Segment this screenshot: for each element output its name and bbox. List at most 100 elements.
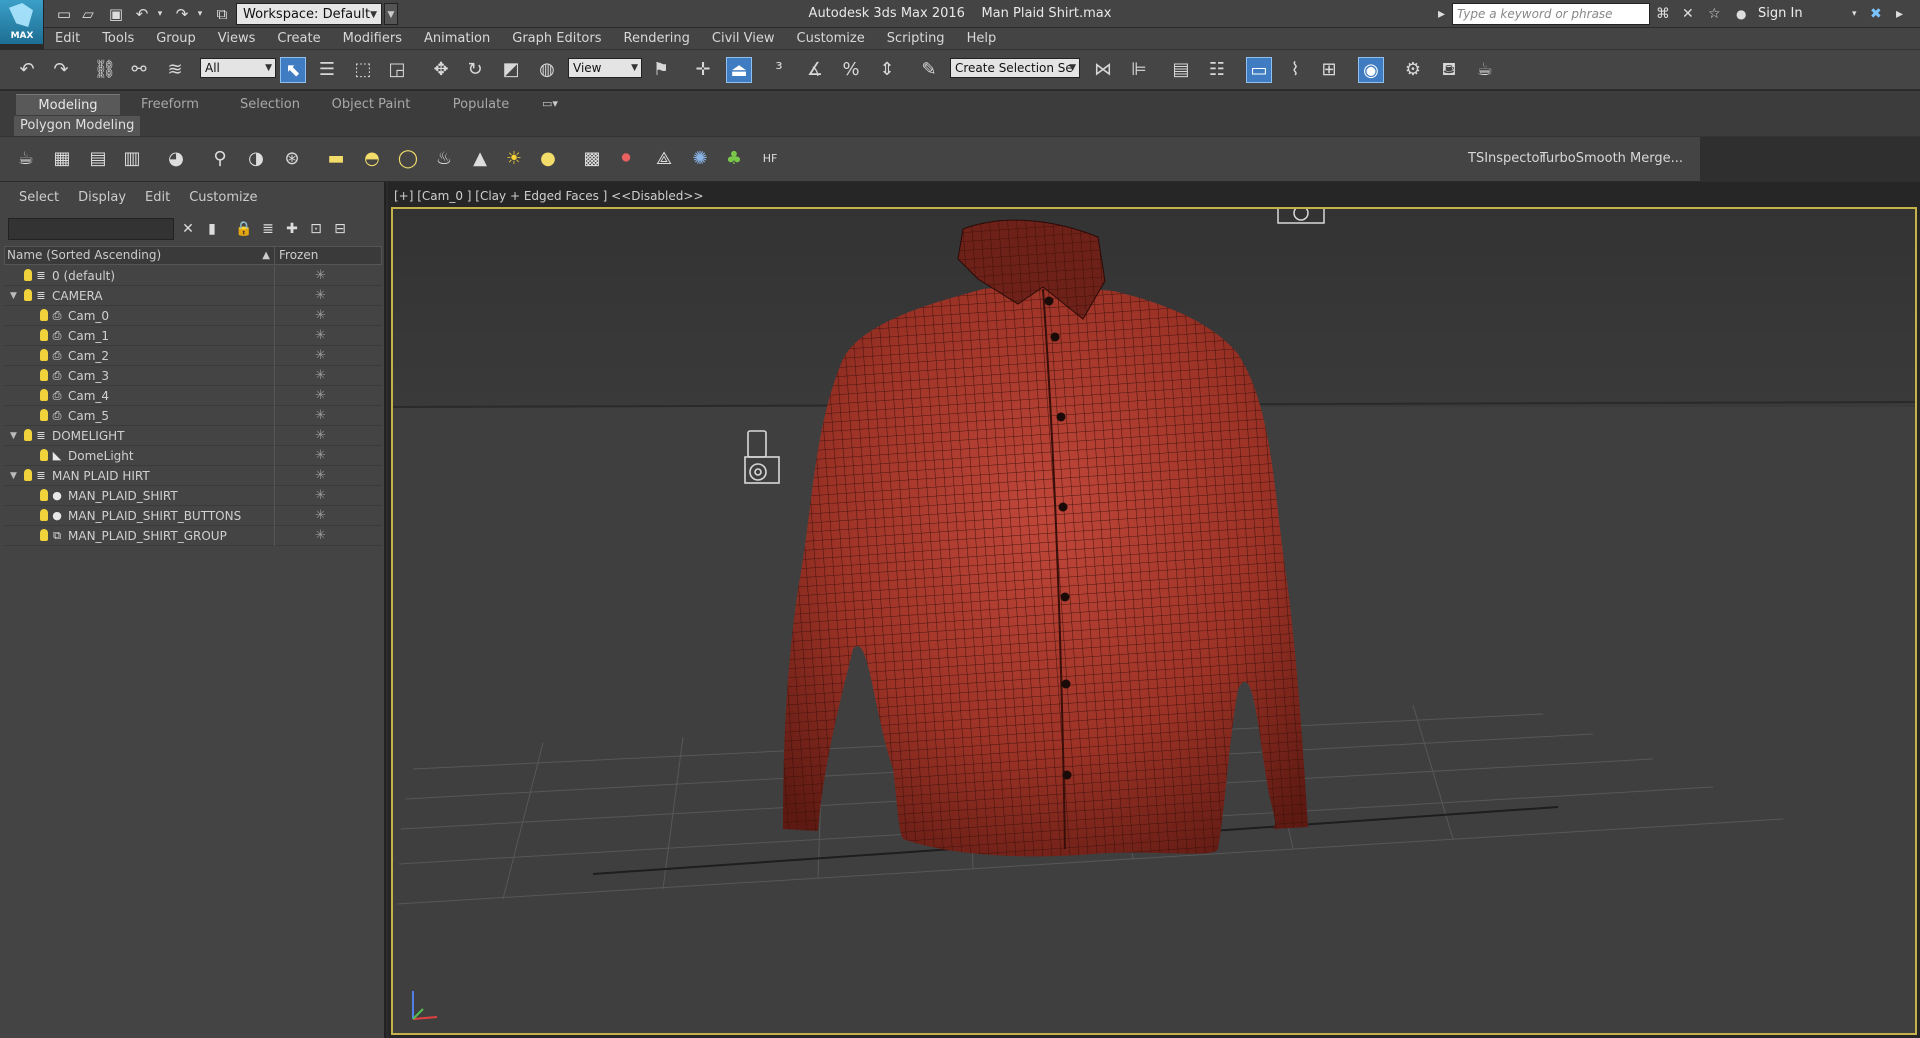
select-and-rotate-icon[interactable]: ↻: [462, 57, 488, 83]
explorer-row[interactable]: ⎙ Cam_5 ✳: [4, 406, 382, 426]
search-input[interactable]: Type a keyword or phrase: [1452, 3, 1650, 25]
frozen-toggle[interactable]: ✳: [274, 426, 378, 446]
cone-icon[interactable]: ▲: [468, 147, 492, 171]
menu-tools[interactable]: Tools: [91, 28, 145, 50]
explorer-menu-edit[interactable]: Edit: [126, 188, 170, 208]
sign-in-button[interactable]: Sign In: [1758, 4, 1803, 24]
explorer-row[interactable]: ⎙ Cam_1 ✳: [4, 326, 382, 346]
menu-group[interactable]: Group: [145, 28, 207, 50]
menu-scripting[interactable]: Scripting: [876, 28, 956, 50]
lock-icon[interactable]: 🔒: [234, 219, 254, 239]
frozen-toggle[interactable]: ✳: [274, 486, 378, 506]
redo-icon[interactable]: ↷: [172, 4, 192, 24]
explorer-options-icon[interactable]: ▮: [202, 219, 222, 239]
tab-populate[interactable]: Populate: [436, 94, 526, 115]
globe-icon[interactable]: ✺: [688, 147, 712, 171]
rectangular-selection-icon[interactable]: ⬚: [350, 57, 376, 83]
frozen-toggle[interactable]: ✳: [274, 406, 378, 426]
visibility-bulb-icon[interactable]: [24, 429, 32, 441]
dome-icon[interactable]: ◓: [360, 147, 384, 171]
viewport-cam-0[interactable]: [391, 207, 1917, 1035]
sign-in-dropdown-icon[interactable]: ▾: [1852, 4, 1857, 24]
explorer-row[interactable]: ⎙ Cam_4 ✳: [4, 386, 382, 406]
material-editor-icon[interactable]: ◉: [1358, 57, 1384, 83]
light-sphere-icon[interactable]: ●: [536, 147, 560, 171]
bind-to-space-warp-icon[interactable]: ≋: [162, 57, 188, 83]
toggle-ribbon-icon[interactable]: ▭: [1246, 57, 1272, 83]
select-manipulate-icon[interactable]: ✛: [690, 57, 716, 83]
frozen-toggle[interactable]: ✳: [274, 446, 378, 466]
explorer-menu-display[interactable]: Display: [59, 188, 126, 208]
layers-stack-icon[interactable]: ≣: [258, 219, 278, 239]
undo-dropdown-icon[interactable]: ▾: [150, 4, 170, 24]
application-button[interactable]: MAX: [0, 0, 44, 44]
select-by-name-icon[interactable]: ☰: [314, 57, 340, 83]
frozen-toggle[interactable]: ✳: [274, 266, 378, 286]
select-and-move-icon[interactable]: ✥: [428, 57, 454, 83]
frozen-toggle[interactable]: ✳: [274, 386, 378, 406]
menu-modifiers[interactable]: Modifiers: [332, 28, 413, 50]
undo-icon[interactable]: ↶: [14, 57, 40, 83]
sun-icon[interactable]: ☀: [502, 147, 526, 171]
explorer-row[interactable]: ● MAN_PLAID_SHIRT_BUTTONS ✳: [4, 506, 382, 526]
create-layer-icon[interactable]: ✚: [282, 219, 302, 239]
render-camera-icon[interactable]: ⊛: [280, 147, 304, 171]
merge-button[interactable]: Merge...: [1630, 151, 1683, 167]
frozen-toggle[interactable]: ✳: [274, 306, 378, 326]
explorer-search-input[interactable]: [8, 218, 174, 240]
selection-filter-dropdown[interactable]: All ▼: [200, 58, 276, 78]
viewport-label[interactable]: [+] [Cam_0 ] [Clay + Edged Faces ] <<Dis…: [394, 188, 704, 204]
explorer-menu-customize[interactable]: Customize: [170, 188, 257, 208]
sphere-icon[interactable]: ◯: [396, 147, 420, 171]
menu-help[interactable]: Help: [956, 28, 1008, 50]
visibility-bulb-icon[interactable]: [40, 529, 48, 541]
visibility-bulb-icon[interactable]: [40, 409, 48, 421]
select-and-place-icon[interactable]: ◍: [534, 57, 560, 83]
edit-named-selection-icon[interactable]: ✎: [916, 57, 942, 83]
save-file-icon[interactable]: ▣: [106, 4, 126, 24]
camera-tool-icon[interactable]: ⚲: [208, 147, 232, 171]
menu-graph-editors[interactable]: Graph Editors: [501, 28, 612, 50]
turbosmooth-button[interactable]: TurboSmooth: [1540, 151, 1626, 167]
menu-animation[interactable]: Animation: [413, 28, 501, 50]
select-and-scale-icon[interactable]: ◩: [498, 57, 524, 83]
menu-rendering[interactable]: Rendering: [613, 28, 701, 50]
project-folder-icon[interactable]: ⧉: [212, 4, 232, 24]
grid-table-icon[interactable]: ▥: [120, 147, 144, 171]
visibility-bulb-icon[interactable]: [40, 489, 48, 501]
quick-access-dropdown[interactable]: ▼: [384, 3, 398, 25]
visibility-bulb-icon[interactable]: [24, 269, 32, 281]
menu-civil-view[interactable]: Civil View: [701, 28, 786, 50]
reference-coordinate-dropdown[interactable]: View ▼: [568, 58, 642, 78]
favorites-star-icon[interactable]: ☆: [1708, 4, 1721, 24]
unlink-selection-icon[interactable]: ⚯: [126, 57, 152, 83]
visibility-bulb-icon[interactable]: [40, 349, 48, 361]
render-setup-icon[interactable]: ⚙: [1400, 57, 1426, 83]
search-dropdown-icon[interactable]: ▸: [1438, 4, 1445, 24]
half-sphere-icon[interactable]: ◑: [244, 147, 268, 171]
visibility-bulb-icon[interactable]: [40, 309, 48, 321]
tsinspector-button[interactable]: TSInspector: [1468, 151, 1545, 167]
explorer-row[interactable]: ≣ 0 (default) ✳: [4, 266, 382, 286]
schematic-view-icon[interactable]: ⊞: [1316, 57, 1342, 83]
explorer-row[interactable]: ▼ ≣ CAMERA ✳: [4, 286, 382, 306]
curve-editor-icon[interactable]: ⌇: [1282, 57, 1308, 83]
menu-customize[interactable]: Customize: [786, 28, 876, 50]
explorer-row[interactable]: ⧉ MAN_PLAID_SHIRT_GROUP ✳: [4, 526, 382, 546]
explorer-row[interactable]: ▼ ≣ DOMELIGHT ✳: [4, 426, 382, 446]
snaps-toggle-icon[interactable]: ³: [766, 57, 792, 83]
frozen-toggle[interactable]: ✳: [274, 326, 378, 346]
redo-dropdown-icon[interactable]: ▾: [190, 4, 210, 24]
frozen-toggle[interactable]: ✳: [274, 286, 378, 306]
calculator-icon[interactable]: ▤: [86, 147, 110, 171]
column-name-header[interactable]: Name (Sorted Ascending) ▲: [7, 247, 275, 264]
menu-create[interactable]: Create: [266, 28, 331, 50]
communication-center-icon[interactable]: ✕: [1682, 4, 1694, 24]
render-icon[interactable]: ▦: [50, 147, 74, 171]
angle-snap-icon[interactable]: ∡: [802, 57, 828, 83]
visibility-bulb-icon[interactable]: [40, 509, 48, 521]
keyboard-shortcut-override-icon[interactable]: ⏏: [726, 57, 752, 83]
frozen-toggle[interactable]: ✳: [274, 346, 378, 366]
binoculars-icon[interactable]: ⌘: [1656, 4, 1670, 24]
visibility-bulb-icon[interactable]: [40, 449, 48, 461]
